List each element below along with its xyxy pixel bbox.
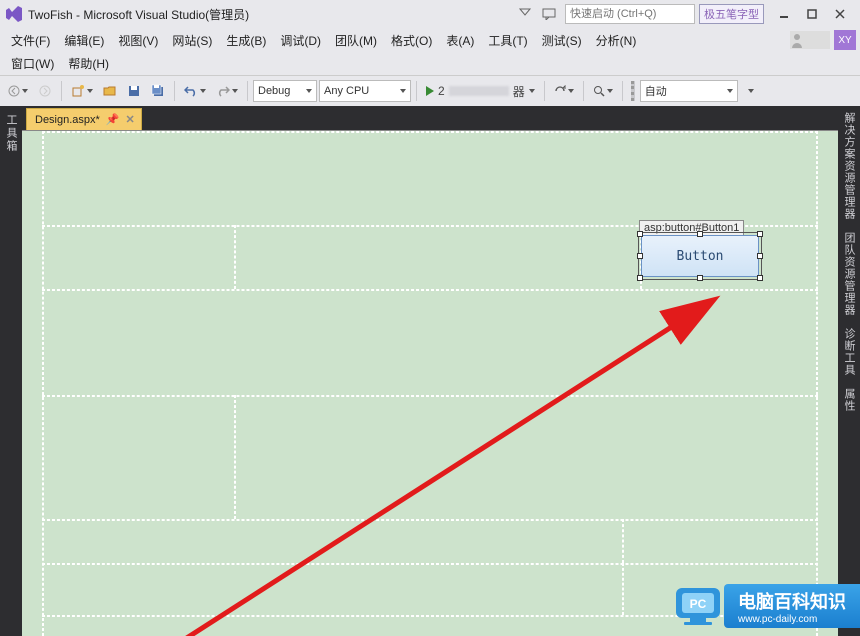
- panel-tab-team-explorer[interactable]: 团队资源管理器: [841, 232, 857, 316]
- selection-tag-label: asp:button#Button1: [639, 220, 744, 236]
- run-target-suffix: 器: [513, 83, 525, 100]
- watermark-url: www.pc-daily.com: [738, 614, 846, 625]
- menu-website[interactable]: 网站(S): [165, 29, 219, 52]
- right-panel-rail: 解决方案资源管理器 团队资源管理器 诊断工具 属性: [838, 106, 860, 636]
- save-all-button[interactable]: [147, 80, 169, 102]
- standard-toolbar: Debug Any CPU 2器 自动: [0, 76, 860, 106]
- toolbar-grip: [631, 81, 635, 101]
- design-surface[interactable]: asp:button#Button1 Button: [22, 130, 838, 636]
- menu-analyze[interactable]: 分析(N): [589, 29, 644, 52]
- undo-button[interactable]: [180, 80, 210, 102]
- blurred-text: [449, 86, 509, 96]
- notifications-icon[interactable]: [515, 4, 535, 24]
- toolbar-separator: [174, 81, 175, 101]
- menu-build[interactable]: 生成(B): [219, 29, 273, 52]
- new-project-button[interactable]: [67, 80, 97, 102]
- menu-bar-row2: 窗口(W) 帮助(H): [0, 52, 860, 76]
- toolbar-separator: [416, 81, 417, 101]
- solution-platform-label: Any CPU: [324, 85, 369, 97]
- play-icon: [426, 86, 434, 96]
- find-button[interactable]: [589, 80, 617, 102]
- pin-icon[interactable]: 📌: [106, 113, 120, 126]
- menu-tools[interactable]: 工具(T): [481, 29, 534, 52]
- title-bar: TwoFish - Microsoft Visual Studio(管理员) 极…: [0, 0, 860, 28]
- menu-edit[interactable]: 编辑(E): [57, 29, 111, 52]
- close-button[interactable]: [826, 4, 854, 24]
- watermark-title: 电脑百科知识: [738, 588, 846, 614]
- open-file-button[interactable]: [99, 80, 121, 102]
- target-rule-label: 自动: [645, 83, 667, 99]
- selected-control-wrap[interactable]: Button: [641, 235, 759, 277]
- toolbox-panel-tab[interactable]: 工具箱: [0, 106, 22, 636]
- ime-indicator[interactable]: 极五笔字型: [699, 4, 764, 24]
- menu-file[interactable]: 文件(F): [4, 29, 57, 52]
- solution-config-label: Debug: [258, 85, 290, 97]
- solution-platform-combo[interactable]: Any CPU: [319, 80, 411, 102]
- watermark-banner: PC 电脑百科知识 www.pc-daily.com: [670, 584, 860, 628]
- document-tab-label: Design.aspx*: [35, 114, 100, 126]
- toolbar-separator: [622, 81, 623, 101]
- window-title: TwoFish - Microsoft Visual Studio(管理员): [28, 6, 249, 23]
- toolbar-separator: [583, 81, 584, 101]
- start-debug-button[interactable]: 2器: [422, 80, 539, 102]
- toolbar-separator: [61, 81, 62, 101]
- close-tab-icon[interactable]: ✕: [126, 113, 135, 126]
- solution-config-combo[interactable]: Debug: [253, 80, 317, 102]
- menu-test[interactable]: 测试(S): [535, 29, 589, 52]
- document-area: Design.aspx* 📌 ✕: [22, 106, 838, 636]
- nav-back-button[interactable]: [4, 80, 32, 102]
- layout-grid: [42, 131, 818, 636]
- browser-link-button[interactable]: [550, 80, 578, 102]
- panel-tab-properties[interactable]: 属性: [841, 388, 857, 412]
- menu-format[interactable]: 格式(O): [384, 29, 439, 52]
- run-label: 2: [438, 84, 445, 98]
- menu-bar: 文件(F) 编辑(E) 视图(V) 网站(S) 生成(B) 调试(D) 团队(M…: [0, 28, 860, 52]
- menu-view[interactable]: 视图(V): [111, 29, 165, 52]
- document-tab-design-aspx[interactable]: Design.aspx* 📌 ✕: [26, 108, 142, 130]
- menu-window[interactable]: 窗口(W): [4, 52, 61, 75]
- toolbar-separator: [544, 81, 545, 101]
- toolbar-separator: [247, 81, 248, 101]
- toolbar-overflow-button[interactable]: [740, 80, 762, 102]
- document-tab-strip: Design.aspx* 📌 ✕: [22, 106, 838, 130]
- redo-button[interactable]: [212, 80, 242, 102]
- menu-team[interactable]: 团队(M): [328, 29, 384, 52]
- user-avatar[interactable]: [790, 31, 830, 49]
- panel-tab-diagnostics[interactable]: 诊断工具: [841, 328, 857, 376]
- workspace: 工具箱 Design.aspx* 📌 ✕: [0, 106, 860, 636]
- target-rule-combo[interactable]: 自动: [640, 80, 738, 102]
- panel-tab-solution-explorer[interactable]: 解决方案资源管理器: [841, 112, 857, 220]
- quick-launch-input[interactable]: [565, 4, 695, 24]
- save-button[interactable]: [123, 80, 145, 102]
- feedback-icon[interactable]: [539, 4, 559, 24]
- menu-help[interactable]: 帮助(H): [61, 52, 116, 75]
- watermark-icon: PC: [670, 584, 730, 628]
- menu-debug[interactable]: 调试(D): [273, 29, 328, 52]
- svg-text:PC: PC: [690, 597, 707, 611]
- menu-table[interactable]: 表(A): [439, 29, 481, 52]
- nav-forward-button[interactable]: [34, 80, 56, 102]
- minimize-button[interactable]: [770, 4, 798, 24]
- maximize-button[interactable]: [798, 4, 826, 24]
- asp-button-control[interactable]: Button: [641, 235, 759, 277]
- vs-logo-icon: [6, 6, 22, 22]
- user-initials-badge[interactable]: XY: [834, 30, 856, 50]
